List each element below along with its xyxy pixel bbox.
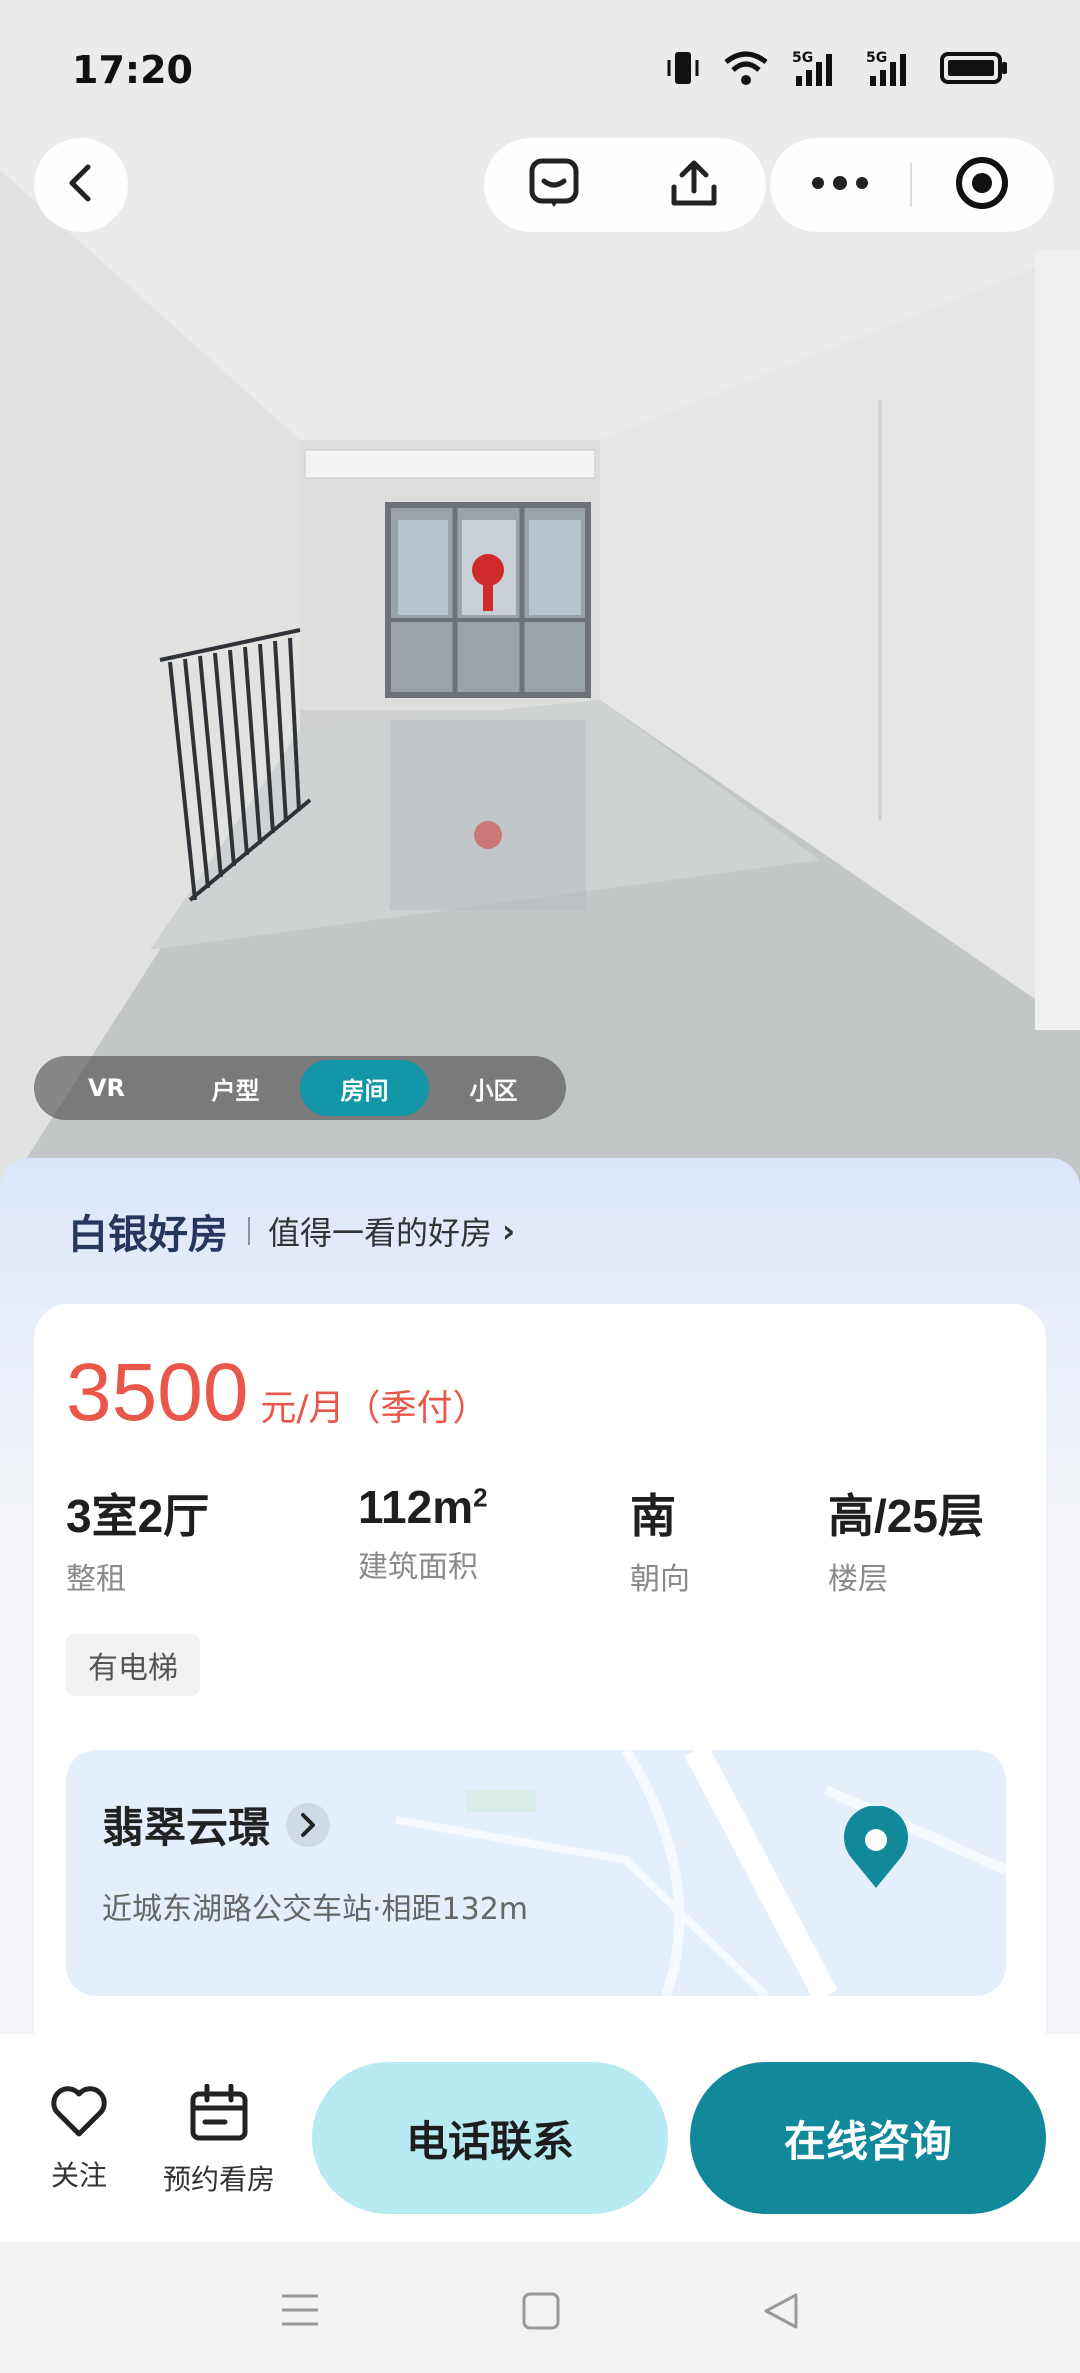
home-icon[interactable] — [522, 2292, 560, 2334]
promo-brand: 白银好房 — [68, 1212, 228, 1258]
follow-button[interactable]: 关注 — [46, 2084, 112, 2194]
tab-floorplan[interactable]: 户型 — [171, 1060, 300, 1116]
wifi-icon — [722, 50, 770, 90]
stat-label: 朝向 — [630, 1562, 690, 1597]
back-nav-icon[interactable] — [762, 2292, 800, 2334]
share-button[interactable] — [624, 138, 764, 232]
stat-value: 南 — [630, 1490, 676, 1542]
tab-rooms[interactable]: 房间 — [300, 1060, 429, 1116]
tab-vr[interactable]: VR — [42, 1060, 171, 1116]
detail-sheet: 白银好房 值得一看的好房 › 3500 元/月（季付） 3室2厅 整租 112m… — [0, 1158, 1080, 2038]
close-miniapp-button[interactable] — [912, 138, 1052, 232]
nearby-transit: 近城东湖路公交车站·相距132m — [102, 1892, 529, 1927]
stat-orientation: 南 朝向 — [630, 1480, 690, 1598]
stat-value: 112m2 — [358, 1481, 488, 1533]
follow-label: 关注 — [50, 2159, 107, 2192]
chevron-left-icon — [66, 163, 96, 207]
action-pill — [484, 138, 766, 232]
bottom-action-bar: 关注 预约看房 电话联系 在线咨询 — [0, 2034, 1080, 2242]
stat-value: 3室2厅 — [66, 1490, 210, 1542]
capsule-menu — [770, 138, 1054, 232]
stat-floor: 高/25层 楼层 — [828, 1480, 984, 1598]
signal-5g-icon: 5G — [866, 48, 918, 92]
promo-subtitle: 值得一看的好房 — [268, 1214, 493, 1252]
promo-divider — [248, 1217, 250, 1245]
community-name: 翡翠云璟 — [102, 1803, 271, 1852]
calendar-icon — [189, 2083, 249, 2146]
stats-row: 3室2厅 整租 112m2 建筑面积 南 朝向 高/25层 楼层 — [66, 1480, 1026, 1597]
community-link[interactable]: 翡翠云璟 — [102, 1794, 331, 1855]
battery-icon — [940, 51, 1010, 89]
media-tabs: VR 户型 房间 小区 — [34, 1056, 566, 1120]
price-row: 3500 元/月（季付） — [66, 1346, 489, 1440]
heart-icon — [49, 2084, 109, 2142]
signal-5g-icon: 5G — [792, 48, 844, 92]
stat-value: 高/25层 — [828, 1490, 984, 1542]
message-button[interactable] — [484, 138, 624, 232]
system-nav-bar — [0, 2242, 1080, 2373]
location-card[interactable]: 翡翠云璟 近城东湖路公交车站·相距132m — [66, 1750, 1006, 1996]
call-button[interactable]: 电话联系 — [312, 2062, 668, 2214]
stat-label: 楼层 — [828, 1562, 888, 1597]
schedule-label: 预约看房 — [162, 2163, 275, 2196]
stat-label: 整租 — [66, 1562, 126, 1597]
message-icon — [528, 157, 580, 213]
price-unit: 元/月（季付） — [260, 1388, 489, 1429]
property-photo[interactable]: 17:20 5G 5G VR 户型 房间 小区 — [0, 0, 1080, 1200]
schedule-visit-button[interactable]: 预约看房 — [156, 2083, 282, 2198]
menu-icon[interactable] — [280, 2292, 320, 2332]
listing-card: 3500 元/月（季付） 3室2厅 整租 112m2 建筑面积 南 朝向 高/2… — [34, 1304, 1046, 2038]
chevron-right-icon — [286, 1802, 331, 1847]
more-button[interactable] — [770, 138, 910, 232]
feature-tag: 有电梯 — [66, 1634, 200, 1696]
promo-banner[interactable]: 白银好房 值得一看的好房 › — [68, 1202, 515, 1260]
share-icon — [668, 157, 720, 213]
map-pin-icon[interactable] — [840, 1805, 912, 1894]
more-icon — [810, 175, 870, 195]
stat-layout: 3室2厅 整租 — [66, 1480, 209, 1598]
status-bar: 17:20 5G 5G — [0, 0, 1080, 140]
svg-text:5G: 5G — [792, 50, 813, 66]
back-button[interactable] — [34, 138, 128, 232]
chevron-right-icon: › — [502, 1212, 516, 1250]
vibrate-icon — [666, 50, 700, 90]
status-time: 17:20 — [72, 48, 193, 92]
online-consult-button[interactable]: 在线咨询 — [690, 2062, 1046, 2214]
stat-label: 建筑面积 — [358, 1550, 478, 1585]
tab-community[interactable]: 小区 — [429, 1060, 558, 1116]
price-value: 3500 — [66, 1347, 249, 1438]
svg-text:5G: 5G — [866, 50, 887, 66]
status-icons: 5G 5G — [666, 48, 1010, 92]
target-icon — [954, 155, 1010, 215]
stat-area: 112m2 建筑面积 — [358, 1480, 488, 1586]
